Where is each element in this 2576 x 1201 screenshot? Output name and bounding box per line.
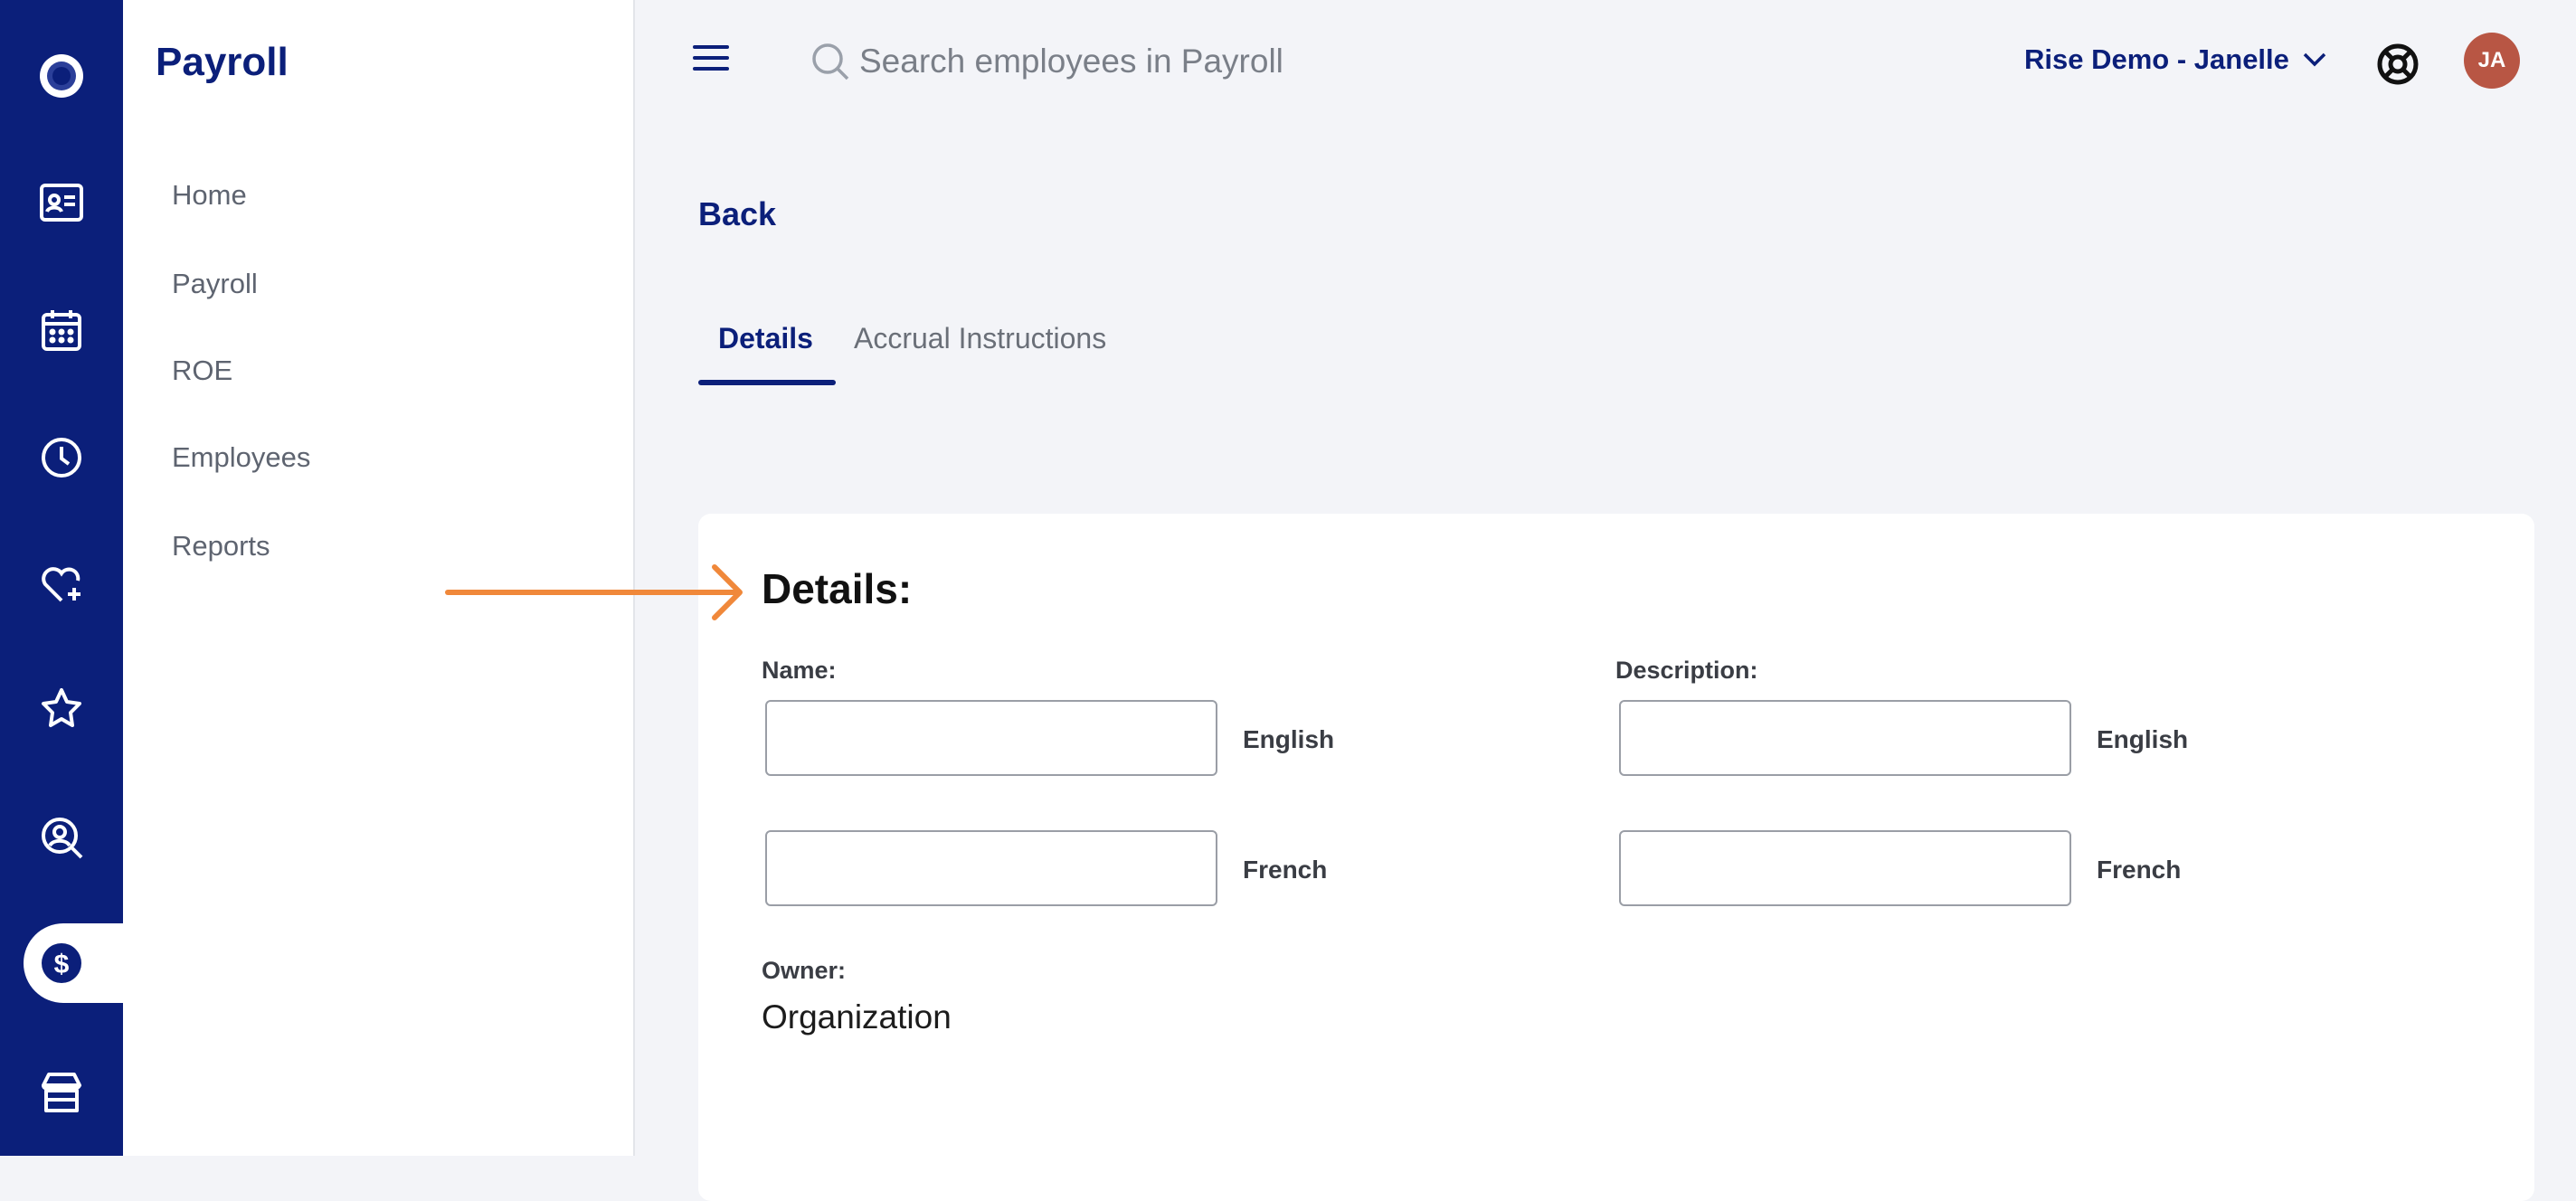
description-english-label: English bbox=[2097, 725, 2189, 753]
search-bar bbox=[810, 36, 1444, 87]
search-person-icon[interactable] bbox=[33, 809, 90, 866]
chevron-down-icon bbox=[2303, 52, 2326, 67]
clock-icon[interactable] bbox=[33, 429, 90, 487]
back-link[interactable]: Back bbox=[698, 195, 776, 233]
name-english-input[interactable] bbox=[765, 700, 1217, 776]
calendar-icon[interactable] bbox=[33, 302, 90, 360]
organization-switcher[interactable]: Rise Demo - Janelle bbox=[2024, 40, 2327, 80]
sidebar-item-payroll[interactable]: Payroll bbox=[172, 268, 258, 300]
description-label: Description: bbox=[1615, 657, 1758, 684]
logo-icon[interactable] bbox=[33, 47, 90, 105]
sidebar-title: Payroll bbox=[156, 40, 289, 84]
dollar-icon[interactable]: $ bbox=[33, 934, 90, 992]
description-french-label: French bbox=[2097, 856, 2182, 884]
owner-value: Organization bbox=[762, 998, 952, 1036]
name-label: Name: bbox=[762, 657, 837, 684]
employee-card-icon[interactable] bbox=[33, 174, 90, 232]
card-title: Details: bbox=[762, 565, 913, 612]
avatar[interactable]: JA bbox=[2464, 33, 2520, 89]
icon-rail: $ bbox=[0, 0, 141, 1156]
description-english-input[interactable] bbox=[1619, 700, 2071, 776]
owner-label: Owner: bbox=[762, 957, 847, 984]
heart-plus-icon[interactable] bbox=[33, 555, 90, 613]
search-icon bbox=[812, 43, 849, 80]
menu-icon[interactable] bbox=[693, 45, 729, 76]
annotation-arrow-icon bbox=[445, 564, 743, 620]
search-input[interactable] bbox=[857, 42, 1422, 81]
store-icon[interactable] bbox=[33, 1064, 90, 1121]
help-lifebuoy-icon[interactable] bbox=[2375, 42, 2420, 87]
tab-details[interactable]: Details bbox=[718, 322, 813, 355]
star-icon[interactable] bbox=[33, 680, 90, 738]
sidebar-item-employees[interactable]: Employees bbox=[172, 441, 310, 474]
name-english-label: English bbox=[1243, 725, 1335, 753]
sidebar-item-home[interactable]: Home bbox=[172, 179, 247, 212]
organization-name: Rise Demo - Janelle bbox=[2024, 43, 2289, 75]
sidebar-item-roe[interactable]: ROE bbox=[172, 355, 232, 387]
tab-accrual-instructions[interactable]: Accrual Instructions bbox=[854, 322, 1106, 355]
description-french-input[interactable] bbox=[1619, 830, 2071, 906]
active-tab-indicator bbox=[698, 380, 836, 385]
name-french-input[interactable] bbox=[765, 830, 1217, 906]
svg-text:$: $ bbox=[54, 950, 70, 979]
name-french-label: French bbox=[1243, 856, 1328, 884]
sidebar-item-reports[interactable]: Reports bbox=[172, 530, 270, 563]
details-card: Details: Name: English French Descriptio… bbox=[698, 514, 2534, 1201]
